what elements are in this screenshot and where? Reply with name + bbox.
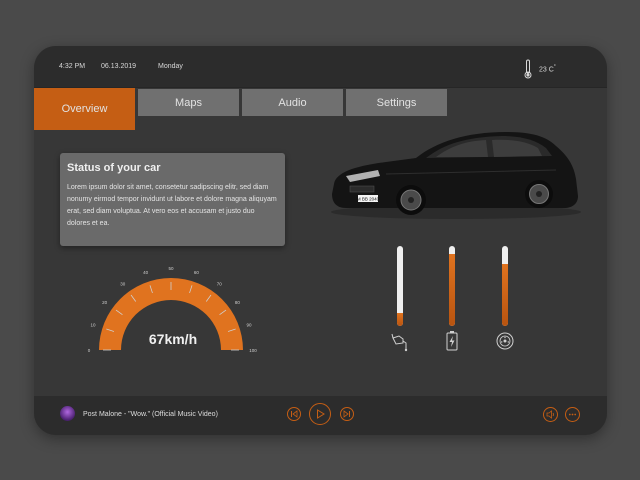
weekday: Monday bbox=[158, 63, 183, 70]
media-player-bar: Post Malone - "Wow." (Official Music Vid… bbox=[34, 396, 607, 435]
battery-level-bar bbox=[449, 246, 455, 326]
previous-track-button[interactable] bbox=[287, 407, 301, 421]
status-bar: 4:32 PM 06.13.2019 Monday 23 C° bbox=[34, 46, 607, 88]
battery-charging-icon bbox=[446, 331, 458, 351]
brake-level-bar bbox=[502, 246, 508, 326]
speedometer-tick-label: 40 bbox=[143, 270, 149, 275]
thermometer-icon bbox=[524, 59, 532, 79]
next-track-button[interactable] bbox=[340, 407, 354, 421]
play-button[interactable] bbox=[309, 403, 331, 425]
speed-readout: 67km/h bbox=[148, 331, 198, 347]
previous-icon bbox=[291, 410, 298, 418]
brake-disc-icon bbox=[496, 332, 514, 350]
more-options-button[interactable] bbox=[565, 407, 580, 422]
battery-level-fill bbox=[449, 254, 455, 326]
speedometer-tick-label: 50 bbox=[168, 266, 174, 271]
fuel-pump-icon bbox=[391, 333, 408, 352]
brake-level-fill bbox=[502, 263, 508, 326]
speedometer-tick-label: 70 bbox=[217, 282, 223, 287]
speedometer-tick-label: 80 bbox=[235, 300, 241, 305]
speedometer-tick-label: 20 bbox=[102, 300, 108, 305]
speedometer-tick-label: 0 bbox=[88, 348, 91, 353]
fuel-level-bar bbox=[397, 246, 403, 326]
speedometer-tick-label: 10 bbox=[91, 323, 97, 328]
tab-audio[interactable]: Audio bbox=[242, 89, 343, 116]
temperature: 23 C° bbox=[539, 64, 556, 74]
track-title: Post Malone - "Wow." (Official Music Vid… bbox=[83, 411, 218, 418]
date: 06.13.2019 bbox=[101, 63, 137, 70]
speedometer-tick-label: 100 bbox=[249, 348, 257, 353]
fuel-level-fill bbox=[397, 313, 403, 326]
tab-overview[interactable]: Overview bbox=[34, 88, 135, 130]
tab-maps[interactable]: Maps bbox=[138, 89, 239, 116]
car-image: M BB 2040 bbox=[331, 132, 581, 219]
play-icon bbox=[317, 409, 325, 419]
album-art-icon[interactable] bbox=[60, 406, 75, 421]
degree-sign: ° bbox=[553, 64, 556, 70]
volume-button[interactable] bbox=[543, 407, 558, 422]
more-icon bbox=[568, 413, 577, 416]
speedometer-tick-label: 30 bbox=[120, 282, 126, 287]
license-plate: M BB 2040 bbox=[357, 197, 380, 202]
status-card-title: Status of your car bbox=[67, 162, 161, 174]
clock: 4:32 PM bbox=[59, 63, 86, 70]
speedometer-tick-label: 60 bbox=[194, 270, 200, 275]
tab-settings[interactable]: Settings bbox=[346, 89, 447, 116]
status-card-body: Lorem ipsum dolor sit amet, consetetur s… bbox=[67, 184, 277, 227]
car-status-card: Status of your car Lorem ipsum dolor sit… bbox=[60, 153, 285, 246]
speedometer-tick-label: 90 bbox=[246, 323, 252, 328]
dashboard-panel: 4:32 PM 06.13.2019 Monday 23 C° Overview… bbox=[34, 46, 607, 435]
volume-icon bbox=[546, 410, 554, 419]
next-icon bbox=[343, 410, 350, 418]
